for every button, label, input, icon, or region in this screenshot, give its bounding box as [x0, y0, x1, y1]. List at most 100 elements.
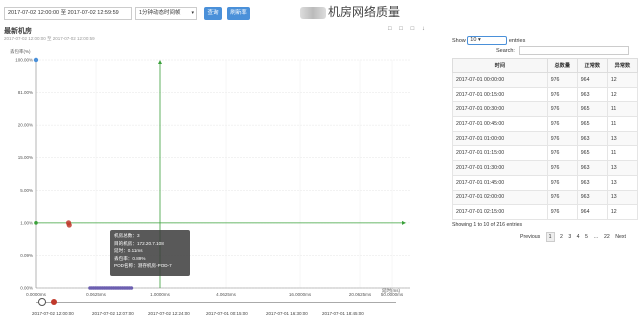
- table-cell: 2017-07-01 02:00:00: [452, 189, 548, 206]
- column-header-abnormal[interactable]: 异常数: [606, 58, 639, 73]
- interval-select[interactable]: 1分钟动态时间帧 ▾: [135, 7, 197, 20]
- date-range-input[interactable]: 2017-07-02 12:00:00 至 2017-07-02 12:59:5…: [4, 7, 132, 20]
- table-cell: 11: [606, 145, 639, 162]
- table-row[interactable]: 2017-07-01 01:30:00 976 963 13: [452, 160, 639, 176]
- table-cell: 963: [576, 174, 608, 191]
- table-cell: 12: [606, 72, 639, 88]
- column-header-time[interactable]: 时间: [452, 58, 548, 73]
- x-tick-label: 4.0625ms: [216, 292, 237, 297]
- table-cell: 2017-07-01 01:45:00: [452, 174, 548, 191]
- interval-value: 1分钟动态时间帧: [139, 10, 181, 16]
- logo: [300, 6, 326, 19]
- reference-lines: [36, 60, 406, 288]
- table-cell: 13: [606, 189, 639, 206]
- page-title: 机房网络质量: [300, 3, 400, 20]
- table-cell: 2017-07-01 00:30:00: [452, 101, 548, 118]
- table-cell: 2017-07-01 00:45:00: [452, 116, 548, 132]
- table-row[interactable]: 2017-07-01 00:30:00 976 965 11: [452, 101, 639, 118]
- tooltip-line: POD名称：测存机房-POD-7: [114, 263, 172, 269]
- table-cell: 976: [546, 204, 578, 220]
- timeline-marker[interactable]: [51, 299, 57, 305]
- table-row[interactable]: 2017-07-01 00:15:00 976 963 12: [452, 86, 639, 103]
- tooltip-line: 延时：0.11ms: [114, 248, 143, 254]
- pager-page[interactable]: 2: [560, 234, 563, 240]
- x-axis-label: 延时(ms): [382, 287, 400, 294]
- x-tick-label: 1.0000ms: [150, 292, 171, 297]
- chart-grid: [35, 59, 410, 289]
- table-cell: 976: [546, 130, 578, 147]
- page-length-value: 10: [470, 37, 477, 43]
- table-row[interactable]: 2017-07-01 00:45:00 976 965 11: [452, 116, 639, 132]
- y-axis-ticks: 100.00% 81.00% 20.00% 15.00% 5.00% 1.00% 0.09%…: [15, 58, 33, 291]
- pager-page[interactable]: 22: [604, 234, 610, 240]
- column-header-total[interactable]: 总数量: [546, 58, 578, 73]
- table-cell: 13: [606, 174, 639, 191]
- table-row[interactable]: 2017-07-01 02:00:00 976 963 13: [452, 189, 639, 206]
- x-tick-label: 20.0625ms: [349, 292, 372, 297]
- page-title-text: 机房网络质量: [328, 5, 401, 19]
- table-cell: 13: [606, 130, 639, 147]
- y-axis-label: 丢包率(%): [10, 48, 31, 55]
- chart-toolbox-icons[interactable]: □ □ □ ↓: [388, 26, 428, 32]
- table-cell: 976: [546, 189, 578, 206]
- table-cell: 12: [606, 204, 639, 220]
- table-cell: 2017-07-01 01:30:00: [452, 160, 548, 176]
- data-table: 时间 总数量 正常数 异常数 2017-07-01 00:00:00 976 964…: [452, 58, 639, 220]
- x-tick-label: 16.0000ms: [289, 292, 312, 297]
- pager-page[interactable]: 5: [585, 234, 588, 240]
- y-tick-label: 15.00%: [18, 155, 33, 160]
- table-cell: 2017-07-01 02:15:00: [452, 204, 548, 220]
- table-cell: 11: [606, 116, 639, 132]
- table-cell: 963: [576, 189, 608, 206]
- table-cell: 965: [576, 101, 608, 118]
- query-button[interactable]: 查询: [204, 7, 222, 20]
- timeline-label: 2017-07-02 12:07:00: [92, 311, 134, 316]
- table-row[interactable]: 2017-07-01 00:00:00 976 964 12: [452, 72, 639, 88]
- y-tick-label: 0.00%: [20, 286, 33, 291]
- table-cell: 2017-07-01 00:00:00: [452, 72, 548, 88]
- timeline-track[interactable]: [36, 302, 396, 308]
- table-cell: 976: [546, 86, 578, 103]
- table-row[interactable]: 2017-07-01 01:00:00 976 963 13: [452, 130, 639, 147]
- table-row[interactable]: 2017-07-01 01:15:00 976 965 11: [452, 145, 639, 162]
- data-point: [33, 57, 39, 63]
- scatter-chart[interactable]: 100.00% 81.00% 20.00% 15.00% 5.00% 1.00% 0.09%…: [0, 40, 420, 308]
- search-input[interactable]: [518, 46, 629, 55]
- y-tick-label: 1.00%: [20, 220, 33, 225]
- y-tick-label: 100.00%: [15, 58, 33, 63]
- pager-previous[interactable]: Previous: [520, 234, 540, 240]
- table-cell: 965: [576, 145, 608, 162]
- pager-ellipsis: …: [593, 234, 599, 240]
- table-cell: 963: [576, 130, 608, 147]
- pager-page[interactable]: 4: [577, 234, 580, 240]
- refresh-button[interactable]: 刷新率: [227, 7, 250, 20]
- timeline-label: 2017-07-02 12:24:00: [148, 311, 190, 316]
- table-cell: 976: [546, 145, 578, 162]
- pager-page[interactable]: 3: [568, 234, 571, 240]
- table-row[interactable]: 2017-07-01 02:15:00 976 964 12: [452, 204, 639, 220]
- table-row[interactable]: 2017-07-01 01:45:00 976 963 13: [452, 174, 639, 191]
- data-point: [34, 221, 38, 225]
- table-cell: 976: [546, 101, 578, 118]
- table-cell: 13: [606, 160, 639, 176]
- page-length-control: Show 10 ▾ entries: [452, 36, 525, 45]
- play-icon[interactable]: [38, 298, 46, 306]
- table-cell: 964: [576, 204, 608, 220]
- data-point: [66, 222, 72, 228]
- y-tick-label: 5.00%: [20, 188, 33, 193]
- pagination: Previous 1 2 3 4 5 … 22 Next: [520, 232, 630, 242]
- table-cell: 976: [546, 116, 578, 132]
- timeline-label: 2017-07-01 00:15:00: [206, 311, 248, 316]
- y-tick-label: 20.00%: [18, 123, 33, 128]
- y-tick-label: 0.09%: [20, 253, 33, 258]
- x-tick-label: 0.0000ms: [26, 292, 47, 297]
- timeline-label: 2017-07-01 18:45:00: [322, 311, 364, 316]
- show-label: Show: [452, 37, 466, 44]
- table-cell: 963: [576, 86, 608, 103]
- column-header-normal[interactable]: 正常数: [576, 58, 608, 73]
- pager-page[interactable]: 1: [545, 232, 555, 242]
- page-length-select[interactable]: 10 ▾: [467, 36, 508, 45]
- arrow-icon: [158, 60, 162, 64]
- pager-next[interactable]: Next: [615, 234, 626, 240]
- table-cell: 963: [576, 160, 608, 176]
